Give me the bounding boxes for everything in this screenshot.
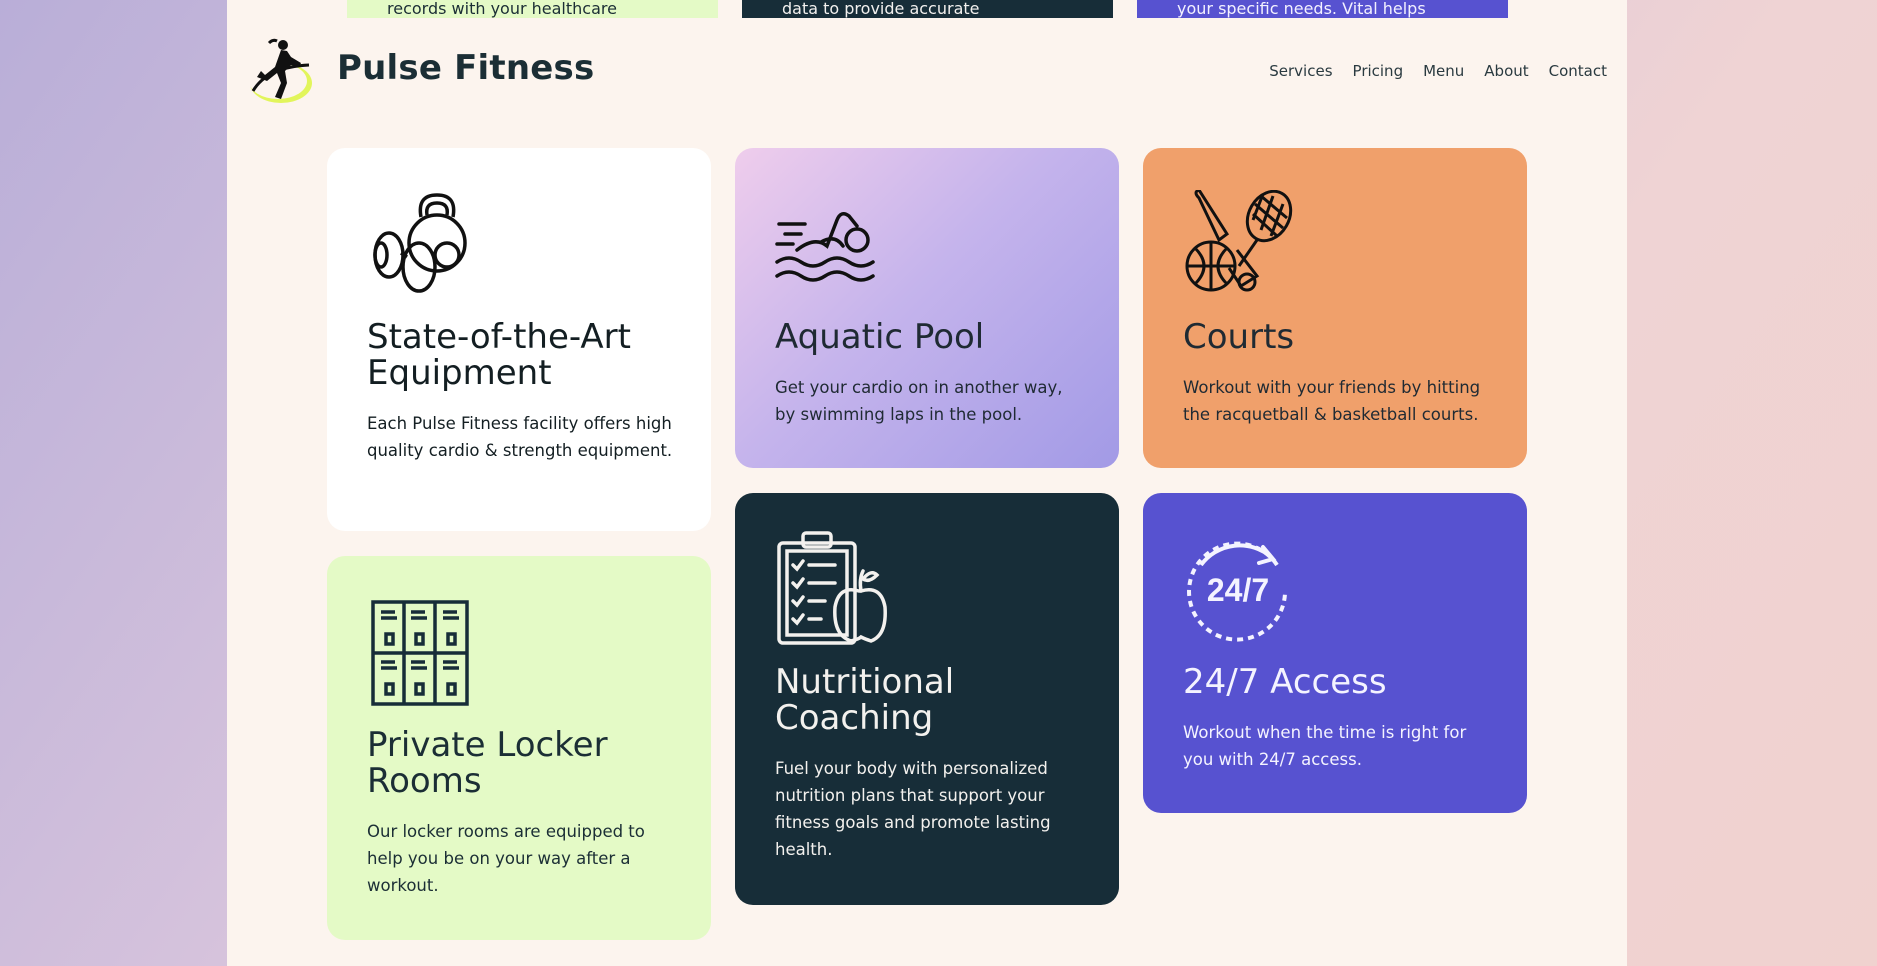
card-text: Each Pulse Fitness facility offers high … [367, 414, 673, 460]
nav-pricing[interactable]: Pricing [1353, 62, 1404, 80]
peek-card: data to provide accurate [742, 0, 1113, 18]
page: records with your healthcare data to pro… [227, 0, 1627, 966]
nav-contact[interactable]: Contact [1549, 62, 1607, 80]
feature-card-pool: Aquatic Pool Get your cardio on in anoth… [735, 148, 1119, 468]
feature-card-equipment: State-of-the-Art Equipment Each Pulse Fi… [327, 148, 711, 531]
peek-card-text: your specific needs. Vital helps [1177, 0, 1426, 18]
runner-logo-icon[interactable] [247, 37, 317, 109]
feature-card-access: 24/7 24/7 Access Workout when the time i… [1143, 493, 1527, 813]
nav-about[interactable]: About [1484, 62, 1528, 80]
card-text: Workout when the time is right for you w… [1183, 723, 1467, 769]
card-text: Get your cardio on in another way, by sw… [775, 378, 1063, 424]
peek-card: records with your healthcare [347, 0, 718, 18]
card-text: Our locker rooms are equipped to help yo… [367, 822, 645, 895]
brand-name[interactable]: Pulse Fitness [337, 48, 594, 88]
swimmer-icon [775, 212, 875, 282]
clipboard-apple-icon [777, 531, 887, 645]
feature-card-courts: Courts Workout with your friends by hitt… [1143, 148, 1527, 468]
card-title: Aquatic Pool [775, 317, 985, 357]
card-title: 24/7 Access [1183, 662, 1387, 702]
peek-card-text: records with your healthcare [387, 0, 617, 18]
card-title: Nutritional Coaching [775, 662, 955, 738]
peek-card: your specific needs. Vital helps [1137, 0, 1508, 18]
feature-card-nutrition: Nutritional Coaching Fuel your body with… [735, 493, 1119, 905]
card-text: Workout with your friends by hitting the… [1183, 378, 1481, 424]
card-title: State-of-the-Art Equipment [367, 317, 631, 393]
lockers-icon [371, 600, 469, 706]
access-icon-text: 24/7 [1207, 572, 1269, 608]
feature-card-lockers: Private Locker Rooms Our locker rooms ar… [327, 556, 711, 940]
racquet-ball-icon [1185, 190, 1293, 292]
site-header: Pulse Fitness Services Pricing Menu Abou… [227, 34, 1627, 110]
main-nav: Services Pricing Menu About Contact [1269, 62, 1607, 80]
card-title: Courts [1183, 317, 1295, 357]
dumbbell-kettlebell-icon [373, 193, 467, 293]
clock-24-7-icon: 24/7 [1187, 541, 1287, 642]
card-text: Fuel your body with personalized nutriti… [775, 759, 1051, 859]
peek-card-text: data to provide accurate [782, 0, 980, 18]
nav-menu[interactable]: Menu [1423, 62, 1464, 80]
card-title: Private Locker Rooms [367, 725, 608, 801]
nav-services[interactable]: Services [1269, 62, 1332, 80]
